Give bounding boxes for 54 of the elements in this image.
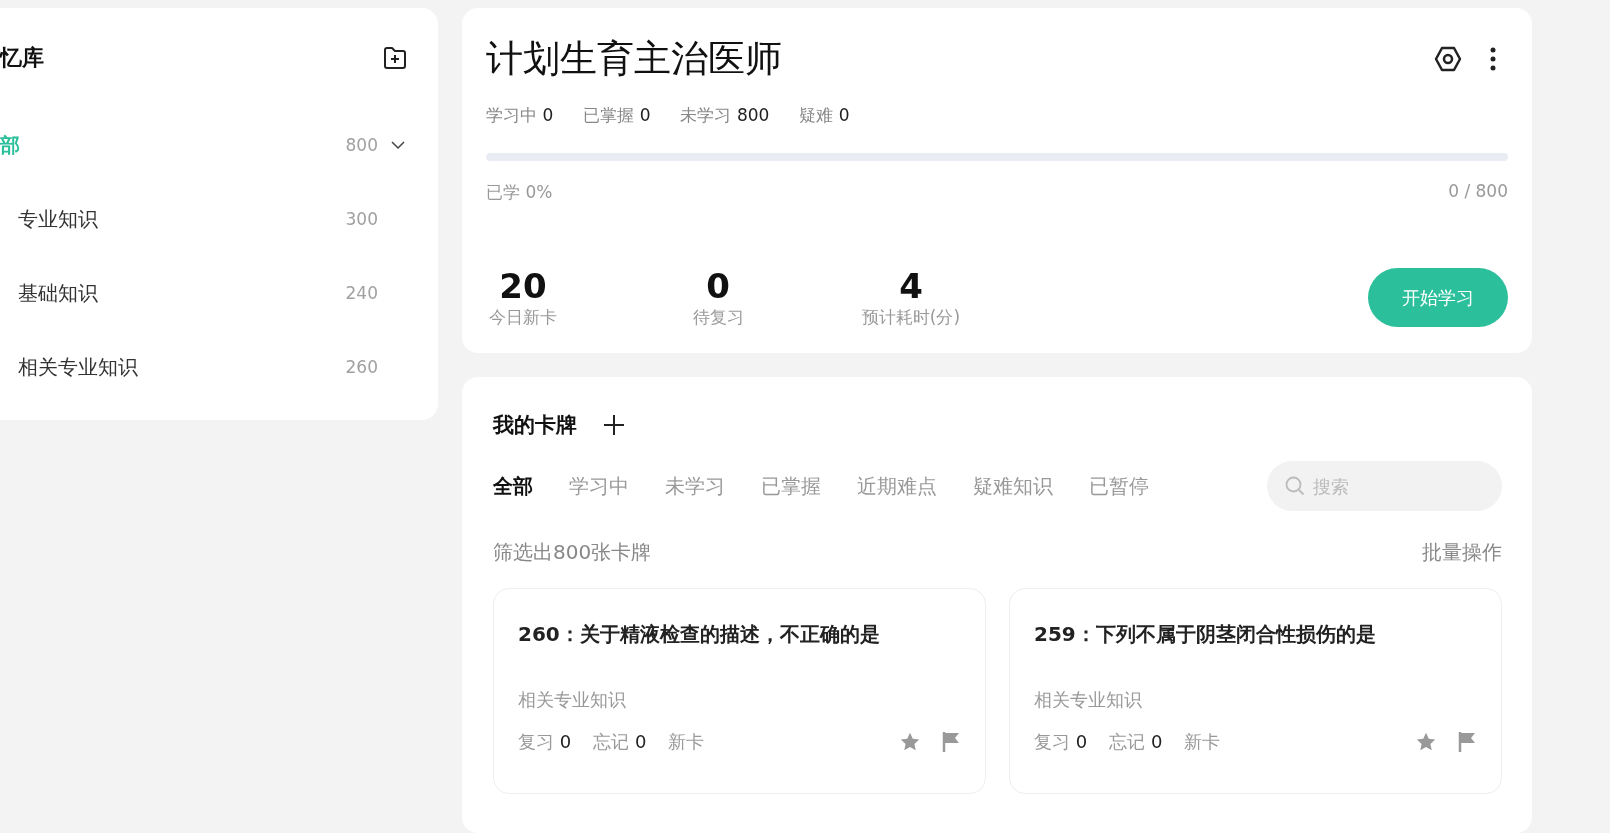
summary-label: 待复习	[692, 306, 744, 329]
card-status: 新卡	[668, 730, 705, 754]
start-button[interactable]: 开始学习	[1368, 268, 1508, 327]
review-count: 复习 0	[1034, 730, 1088, 754]
review-count: 复习 0	[518, 730, 572, 754]
stat-text: 学习中 0	[486, 104, 554, 127]
stat-text: 未学习 800	[680, 104, 770, 127]
flag-icon[interactable]	[941, 731, 961, 753]
item-count: 300	[344, 209, 378, 229]
question-title: 260：关于精液检查的描述，不正确的是	[518, 621, 881, 648]
flag-icon[interactable]	[1457, 731, 1477, 753]
more-icon[interactable]	[1490, 47, 1496, 71]
item-count: 260	[344, 357, 378, 377]
category-item[interactable]: 专业知识	[18, 205, 318, 233]
filter-tab[interactable]: 近期难点	[857, 472, 937, 500]
deck-title: 计划生育主治医师	[486, 36, 782, 82]
filter-tab[interactable]: 未学习	[665, 472, 725, 500]
filter-tab[interactable]: 学习中	[569, 472, 629, 500]
question-title: 259：下列不属于阴茎闭合性损伤的是	[1034, 621, 1377, 648]
question-card[interactable]: 260：关于精液检查的描述，不正确的是 相关专业知识 复习 0 忘记 0 新卡	[493, 588, 986, 794]
summary-value: 0	[706, 266, 730, 306]
filter-count: 筛选出800张卡牌	[493, 539, 652, 566]
folder-plus-icon[interactable]	[382, 46, 408, 70]
category-item[interactable]: 基础知识	[18, 279, 318, 307]
forget-count: 忘记 0	[593, 730, 647, 754]
question-card[interactable]: 259：下列不属于阴茎闭合性损伤的是 相关专业知识 复习 0 忘记 0 新卡	[1009, 588, 1502, 794]
batch-button[interactable]: 批量操作	[1422, 539, 1502, 566]
card-category: 相关专业知识	[518, 688, 627, 712]
filter-tab[interactable]: 全部	[493, 472, 533, 500]
stat-text: 疑难 0	[799, 104, 850, 127]
settings-icon[interactable]	[1434, 45, 1462, 73]
summary-value: 4	[899, 266, 923, 306]
forget-count: 忘记 0	[1109, 730, 1163, 754]
card-status: 新卡	[1184, 730, 1221, 754]
stat-text: 已掌握 0	[583, 104, 651, 127]
search-icon	[1285, 476, 1305, 496]
star-icon[interactable]	[1415, 731, 1437, 753]
summary-label: 预计耗时(分)	[861, 306, 961, 329]
summary-label: 今日新卡	[489, 306, 557, 329]
category-item[interactable]: 部	[0, 131, 318, 159]
item-count: 240	[344, 283, 378, 303]
chevron-icon[interactable]	[388, 140, 408, 150]
category-item[interactable]: 相关专业知识	[18, 353, 318, 381]
card-category: 相关专业知识	[1034, 688, 1143, 712]
progress-reading: 0 / 800	[1448, 181, 1508, 203]
section-title: 我的卡牌	[493, 412, 577, 439]
filter-tab[interactable]: 疑难知识	[973, 472, 1053, 500]
filter-tab[interactable]: 已掌握	[761, 472, 821, 500]
filter-tab[interactable]: 已暂停	[1089, 472, 1149, 500]
progress-label: 已学 0%	[486, 181, 553, 204]
star-icon[interactable]	[899, 731, 921, 753]
item-count: 800	[344, 135, 378, 155]
plus-icon[interactable]	[603, 414, 625, 436]
summary-value: 20	[499, 266, 547, 306]
